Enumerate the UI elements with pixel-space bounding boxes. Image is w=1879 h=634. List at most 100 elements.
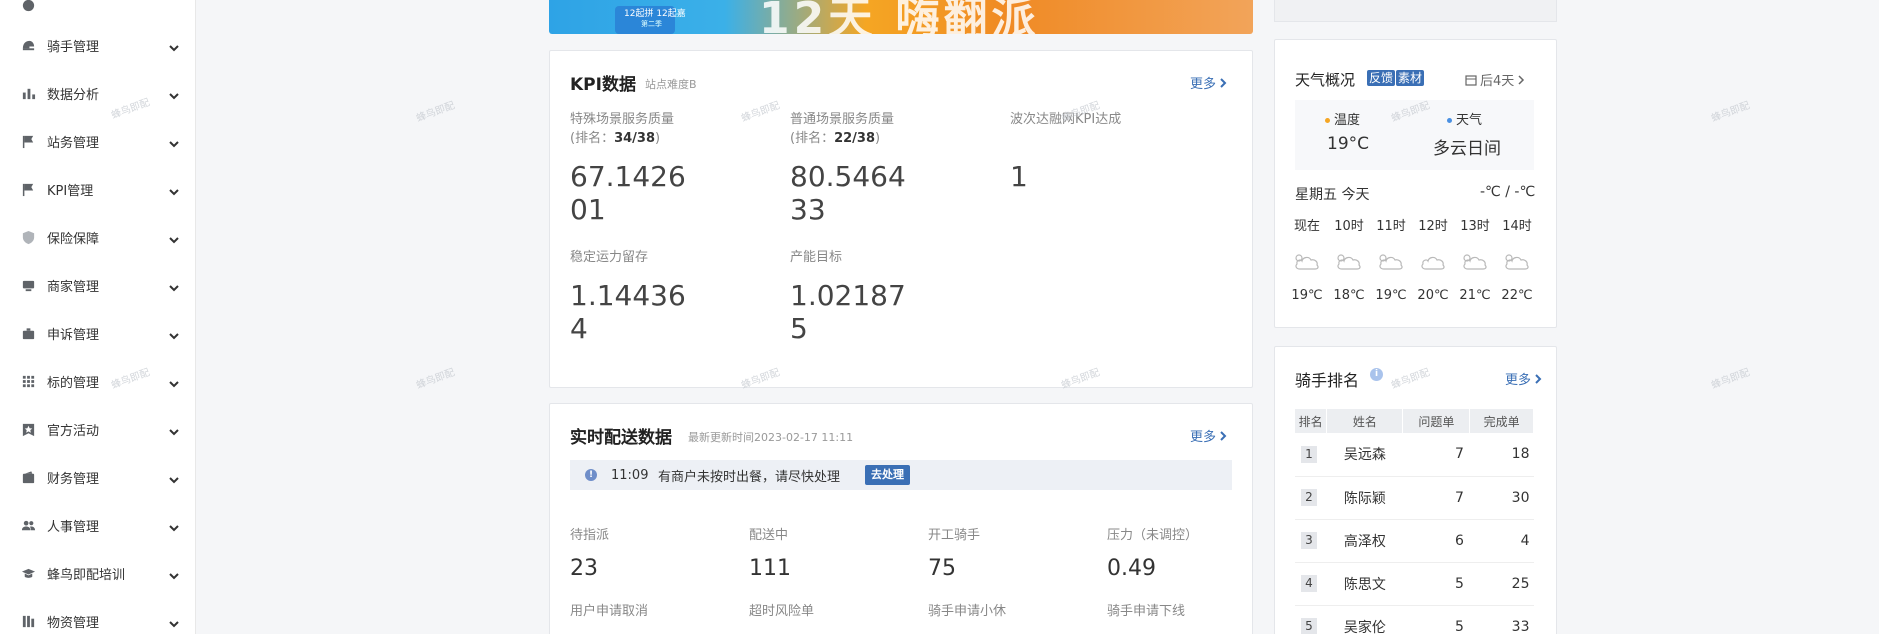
kpi-metric-name: 普通场景服务质量 — [790, 112, 895, 127]
sidebar-item-target[interactable]: 标的管理 — [0, 361, 195, 401]
kpi-more-link[interactable]: 更多 — [1190, 73, 1228, 92]
kpi-metric-label: 特殊场景服务质量 (排名：34/38) — [570, 110, 700, 148]
banner-headline: 12天 嗨翻派 — [759, 0, 1040, 34]
weather-day: 星期五 今天 — [1295, 187, 1370, 203]
kpi-rank-suffix: ) — [875, 131, 881, 146]
material-tag[interactable]: 素材 — [1396, 70, 1425, 86]
sidebar-item-label: 财务管理 — [47, 471, 100, 487]
sidebar-item-label: 物资管理 — [47, 615, 100, 631]
cloudy-icon — [1293, 253, 1321, 271]
ranking-more-link[interactable]: 更多 — [1505, 369, 1543, 388]
info-icon[interactable]: i — [1370, 368, 1383, 381]
temp-label: 温度 — [1325, 109, 1360, 128]
done-count: 18 — [1469, 433, 1534, 477]
sidebar-item-label: KPI管理 — [47, 183, 94, 199]
chevron-right-icon — [1518, 74, 1525, 85]
handle-button[interactable]: 去处理 — [865, 465, 910, 485]
briefcase-icon — [20, 325, 36, 341]
package-icon — [20, 613, 36, 629]
sidebar-item-station[interactable]: 站务管理 — [0, 121, 195, 161]
sidebar-item-label: 骑手管理 — [47, 39, 100, 55]
kpi-metric-label: 普通场景服务质量 (排名：22/38) — [790, 110, 920, 148]
store-icon — [20, 277, 36, 293]
info-icon: ! — [585, 469, 597, 481]
realtime-more-link[interactable]: 更多 — [1190, 426, 1228, 445]
sidebar-item-kpi[interactable]: KPI管理 — [0, 169, 195, 209]
sidebar-item-label: 保险保障 — [47, 231, 100, 247]
kpi-metric-value: 1.144364 — [570, 279, 686, 345]
issue-count: 7 — [1402, 476, 1470, 520]
kpi-metric-value: 1.021875 — [790, 279, 906, 345]
graduation-cap-icon — [20, 565, 36, 581]
alert-notice: ! 11:09 有商户未按时出餐，请尽快处理 去处理 — [570, 460, 1232, 490]
sidebar-item-label: 申诉管理 — [47, 327, 100, 343]
temp-value: 19°C — [1327, 134, 1370, 154]
rider-name: 吴家伦 — [1326, 605, 1403, 634]
hour-temp: 18℃ — [1333, 288, 1365, 303]
table-row[interactable]: 2 陈际颖 7 30 — [1295, 476, 1534, 520]
stat-value[interactable]: 23 — [570, 556, 598, 581]
banner-sticker-sub: 第二季 — [641, 20, 662, 28]
stat-value[interactable]: 111 — [749, 556, 791, 581]
sidebar-item-label: 人事管理 — [47, 519, 100, 535]
rank-number: 3 — [1301, 532, 1317, 549]
feedback-tag[interactable]: 反馈 — [1367, 70, 1396, 86]
weather-title: 天气概况 — [1295, 71, 1356, 89]
sidebar-item-merchant[interactable]: 商家管理 — [0, 265, 195, 305]
sidebar-item-supplies[interactable]: 物资管理 — [0, 601, 195, 634]
chevron-down-icon — [168, 519, 180, 532]
kpi-rank-suffix: ) — [655, 131, 661, 146]
table-row[interactable]: 3 高泽权 6 4 — [1295, 519, 1534, 563]
sidebar-item-training[interactable]: 蜂鸟即配培训 — [0, 553, 195, 593]
sidebar-item-hr[interactable]: 人事管理 — [0, 505, 195, 545]
sidebar-item-label: 数据分析 — [47, 87, 100, 103]
star-badge-icon — [20, 421, 36, 437]
notice-message: 有商户未按时出餐，请尽快处理 — [658, 469, 841, 485]
table-row[interactable]: 5 吴家伦 5 33 — [1295, 605, 1534, 634]
column-header: 排名 — [1295, 409, 1328, 433]
table-row[interactable]: 4 陈思文 5 25 — [1295, 562, 1534, 606]
hour-label: 13时 — [1460, 219, 1490, 234]
sidebar-item-rider[interactable]: 骑手管理 — [0, 25, 195, 65]
sidebar: 骑手管理 数据分析 站务管理 KPI管理 保险保障 商家管理 申诉管理 标的管理 — [0, 0, 196, 634]
forecast-link[interactable]: 后4天 — [1465, 70, 1525, 89]
notice-time: 11:09 — [611, 467, 649, 483]
chevron-down-icon — [168, 471, 180, 484]
kpi-title: KPI数据 — [570, 75, 636, 95]
chevron-down-icon — [168, 615, 180, 628]
stat-label: 压力（未调控） — [1107, 528, 1199, 543]
issue-count: 7 — [1402, 433, 1470, 477]
table-row[interactable]: 1 吴远森 7 18 — [1295, 433, 1534, 477]
stat-value[interactable]: 0.49 — [1107, 556, 1156, 581]
rider-name: 吴远森 — [1326, 433, 1403, 477]
kpi-rank-prefix: (排名： — [570, 131, 615, 146]
issue-count: 6 — [1402, 519, 1470, 563]
rank-number: 2 — [1301, 489, 1317, 506]
chevron-down-icon — [168, 567, 180, 580]
realtime-update-time: 最新更新时间2023-02-17 11:11 — [688, 431, 854, 444]
kpi-rank: 34/38 — [614, 131, 656, 146]
rider-name: 陈际颖 — [1326, 476, 1403, 520]
sidebar-item-activity[interactable]: 官方活动 — [0, 409, 195, 449]
done-count: 33 — [1469, 605, 1534, 634]
issue-count: 5 — [1402, 562, 1470, 606]
hour-label: 现在 — [1293, 219, 1320, 234]
sidebar-item-finance[interactable]: 财务管理 — [0, 457, 195, 497]
chevron-down-icon — [168, 183, 180, 196]
sidebar-item-label: 标的管理 — [47, 375, 100, 391]
chevron-down-icon — [168, 135, 180, 148]
sidebar-item-top[interactable] — [0, 0, 195, 25]
chevron-right-icon — [1220, 77, 1227, 88]
stat-value[interactable]: 75 — [928, 556, 956, 581]
sidebar-item-data-analysis[interactable]: 数据分析 — [0, 73, 195, 113]
flag-icon — [20, 181, 36, 197]
chevron-right-icon — [1220, 430, 1227, 441]
hour-temp: 20℃ — [1417, 288, 1449, 303]
rider-name: 高泽权 — [1326, 519, 1403, 563]
sidebar-item-appeal[interactable]: 申诉管理 — [0, 313, 195, 353]
promo-banner[interactable]: 12起拼 12起嘉 第二季 12天 嗨翻派 — [549, 0, 1253, 34]
hour-label: 14时 — [1502, 219, 1532, 234]
stat-label: 骑手申请下线 — [1107, 604, 1186, 619]
right-top-block — [1274, 0, 1557, 22]
sidebar-item-insurance[interactable]: 保险保障 — [0, 217, 195, 257]
